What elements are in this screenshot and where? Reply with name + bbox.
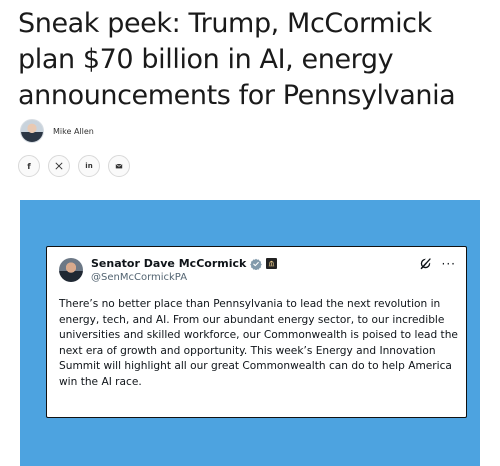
- x-icon: [55, 162, 63, 170]
- author-avatar[interactable]: [20, 119, 44, 143]
- tweet-author-row: Senator Dave McCormick: [91, 257, 278, 270]
- share-x-button[interactable]: [48, 155, 70, 177]
- share-buttons: f in: [18, 155, 130, 177]
- tweet-card[interactable]: Senator Dave McCormick @SenMcCormickPA ·…: [46, 246, 467, 418]
- share-email-button[interactable]: [108, 155, 130, 177]
- share-linkedin-button[interactable]: in: [78, 155, 100, 177]
- tweet-text: There’s no better place than Pennsylvani…: [59, 298, 458, 388]
- author-name[interactable]: Mike Allen: [53, 127, 94, 136]
- byline: Mike Allen: [20, 118, 94, 144]
- tweet-author-handle[interactable]: @SenMcCormickPA: [91, 272, 187, 283]
- grok-icon[interactable]: [419, 257, 432, 270]
- tweet-embed-container: Senator Dave McCormick @SenMcCormickPA ·…: [20, 200, 480, 466]
- share-facebook-button[interactable]: f: [18, 155, 40, 177]
- government-affiliation-icon: [266, 258, 278, 269]
- more-options-icon[interactable]: ···: [442, 258, 456, 270]
- linkedin-icon: in: [85, 162, 93, 170]
- tweet-author-name[interactable]: Senator Dave McCormick: [91, 257, 246, 270]
- article-headline: Sneak peek: Trump, McCormick plan $70 bi…: [18, 8, 456, 111]
- verified-badge-icon: [250, 258, 263, 270]
- tweet-author-avatar[interactable]: [59, 258, 83, 282]
- email-icon: [115, 163, 123, 169]
- tweet-actions: ···: [419, 257, 456, 270]
- facebook-icon: f: [27, 161, 31, 171]
